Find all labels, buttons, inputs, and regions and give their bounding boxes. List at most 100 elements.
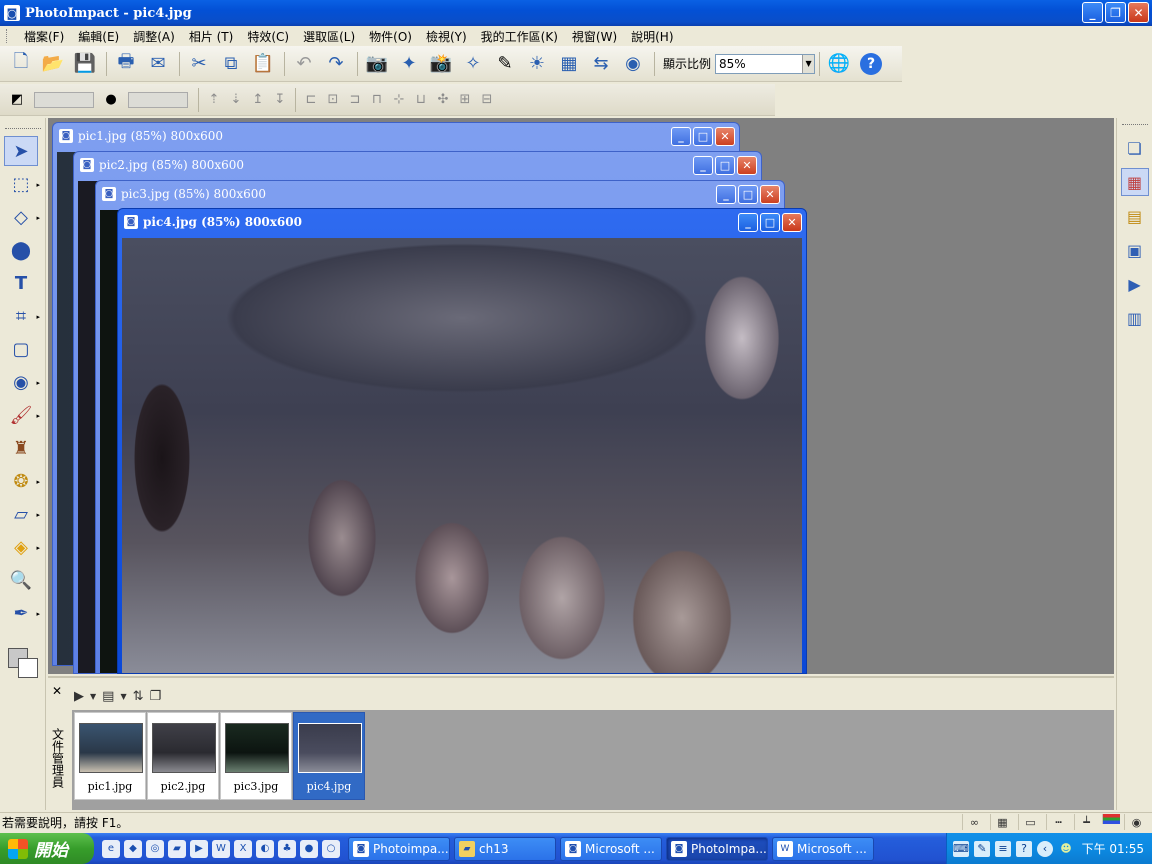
chevron-down-icon[interactable]: ▼ [120,692,126,701]
doc-close-button[interactable]: ✕ [760,185,780,204]
ruler-icon[interactable]: ┅ [1046,814,1070,830]
undo-icon[interactable]: ↶ [289,49,319,79]
copy-icon[interactable]: ⧉ [216,49,246,79]
fill-tool-icon[interactable]: ◈ ▸ [4,532,40,562]
task-photoimpact-2[interactable]: ◙ PhotoImpa... [666,836,768,861]
snapshot-icon[interactable]: 📸 [426,49,456,79]
align-left-icon[interactable]: ⊏ [300,89,322,111]
play-icon[interactable]: ▶ [74,689,84,704]
doc-minimize-button[interactable]: _ [671,127,691,146]
align-middle-icon[interactable]: ⊹ [388,89,410,111]
document-title-bar[interactable]: ◙ pic1.jpg (85%) 800x600 [53,123,739,149]
view-mode-icon[interactable]: ▤ [102,689,114,704]
keyboard-icon[interactable]: ⌨ [953,840,969,857]
menu-selection[interactable]: 選取區(L) [296,28,362,45]
doc-minimize-button[interactable]: _ [738,213,758,232]
send-backward-icon[interactable]: ↧ [269,89,291,111]
open-file-icon[interactable]: 📂 [38,49,68,79]
landscape-icon[interactable]: ▦ [554,49,584,79]
pen-icon[interactable]: ✎ [974,840,990,857]
glasses-icon[interactable]: ∞ [962,814,986,830]
pick-tool-icon[interactable]: ➤ [4,136,38,166]
media-icon[interactable]: ◎ [146,839,164,858]
menu-effects[interactable]: 特效(C) [240,28,296,45]
task-photoimpact-1[interactable]: ◙ Photoimpa... [348,836,450,861]
brightness-icon[interactable]: ☀ [522,49,552,79]
save-icon[interactable]: 💾 [70,49,100,79]
align-top-icon[interactable]: ⊓ [366,89,388,111]
thumbnail-pic3[interactable]: pic3.jpg [220,712,292,800]
tray-expand-icon[interactable]: ‹ [1037,840,1053,857]
globe-icon[interactable]: 🌐 [824,49,854,79]
messenger-icon[interactable]: ◆ [124,839,142,858]
path-tool-icon[interactable]: ◇ ▸ [4,202,40,232]
minimize-button[interactable]: _ [1082,2,1103,23]
web-export-icon[interactable]: ◉ [618,49,648,79]
thumbnail-pic1[interactable]: pic1.jpg [74,712,146,800]
distribute-icon[interactable]: ✣ [432,89,454,111]
send-back-icon[interactable]: ⇣ [225,89,247,111]
eraser-tool-icon[interactable]: ▱ ▸ [4,499,40,529]
doc-minimize-button[interactable]: _ [716,185,736,204]
doc-minimize-button[interactable]: _ [693,156,713,175]
print-icon[interactable]: 🖶 [111,49,141,79]
cut-icon[interactable]: ✂ [184,49,214,79]
search-icon[interactable]: ○ [322,839,340,858]
clock[interactable]: 下午 01:55 [1082,840,1144,857]
menu-view[interactable]: 檢視(Y) [419,28,474,45]
paste-icon[interactable]: 📋 [248,49,278,79]
redo-icon[interactable]: ↷ [321,49,351,79]
menu-workspace[interactable]: 我的工作區(K) [474,28,565,45]
align-bottom-icon[interactable]: ⊔ [410,89,432,111]
eyedropper-icon[interactable]: ✒ ▸ [4,598,40,628]
thumbnail-pic4[interactable]: pic4.jpg [293,712,365,800]
task-ch13[interactable]: ▰ ch13 [454,836,556,861]
help-icon[interactable]: ? [856,49,886,79]
align-center-icon[interactable]: ⊡ [322,89,344,111]
chevron-down-icon[interactable]: ▼ [802,54,815,73]
auto-process-icon[interactable]: ✧ [458,49,488,79]
doc-maximize-button[interactable]: □ [693,127,713,146]
thumbnail-pic2[interactable]: pic2.jpg [147,712,219,800]
document-window-pic4[interactable]: ◙ pic4.jpg (85%) 800x600 _ □ ✕ [117,208,807,674]
ime-icon[interactable]: ≡ [995,840,1011,857]
menu-edit[interactable]: 編輯(E) [71,28,126,45]
chat-icon[interactable]: ● [300,839,318,858]
chevron-down-icon[interactable]: ▼ [90,692,96,701]
same-height-icon[interactable]: ⊟ [476,89,498,111]
tool-panel-grip[interactable] [4,128,41,132]
align-right-icon[interactable]: ⊐ [344,89,366,111]
doc-maximize-button[interactable]: □ [760,213,780,232]
text-tool-icon[interactable]: T [4,268,38,298]
menu-window[interactable]: 視窗(W) [565,28,624,45]
cascade-icon[interactable]: ❐ [150,689,162,704]
document-title-bar[interactable]: ◙ pic3.jpg (85%) 800x600 [96,181,784,207]
fill-mode-icon[interactable]: ◩ [6,89,28,111]
gallery-icon[interactable]: ▤ [1121,202,1149,230]
frame-icon[interactable]: ▭ [1018,814,1042,830]
task-microsoft-2[interactable]: W Microsoft ... [772,836,874,861]
zoom-tool-icon[interactable]: 🔍 [4,565,38,595]
camera-icon[interactable]: 📷 [362,49,392,79]
bring-front-icon[interactable]: ⇡ [203,89,225,111]
sort-icon[interactable]: ⇅ [133,689,144,704]
stamp-tool-icon[interactable]: ♜ [4,433,38,463]
clone-tool-icon[interactable]: ❂ ▸ [4,466,40,496]
transform-tool-icon[interactable]: ▢ [4,334,38,364]
attribute-field-2[interactable] [128,91,188,108]
ie-icon[interactable]: e [102,839,120,858]
app-icon[interactable]: ◐ [256,839,274,858]
doc-maximize-button[interactable]: □ [738,185,758,204]
red-eye-tool-icon[interactable]: ◉ ▸ [4,367,40,397]
easy-palette-icon[interactable]: ▦ [1120,168,1149,196]
close-icon[interactable]: ✕ [52,684,62,698]
doc-maximize-button[interactable]: □ [715,156,735,175]
grid-icon[interactable]: ▦ [990,814,1014,830]
same-width-icon[interactable]: ⊞ [454,89,476,111]
mail-icon[interactable]: ✉ [143,49,173,79]
document-title-bar[interactable]: ◙ pic4.jpg (85%) 800x600 [118,209,806,235]
help-icon[interactable]: ? [1016,840,1032,857]
dot-icon[interactable]: ● [100,89,122,111]
color-bars-icon[interactable] [1102,814,1120,824]
menu-bar-grip[interactable] [6,29,9,43]
